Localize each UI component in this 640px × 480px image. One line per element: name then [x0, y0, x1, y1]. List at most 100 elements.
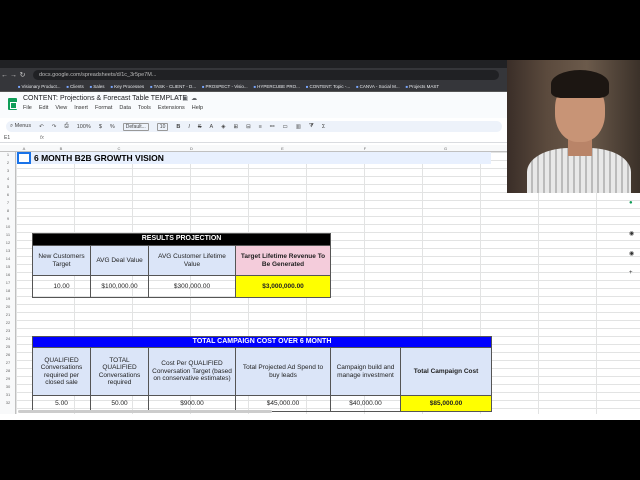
bookmark-item[interactable]: Visionary Product...: [18, 84, 61, 89]
move-icon[interactable]: ▣: [182, 96, 191, 102]
cloud-icon[interactable]: ☁: [191, 96, 200, 102]
column-header[interactable]: C: [90, 145, 148, 152]
row-header[interactable]: 32: [0, 400, 16, 405]
forward-icon[interactable]: →: [9, 72, 18, 79]
percent-icon[interactable]: %: [110, 124, 115, 130]
sheets-logo-icon[interactable]: [8, 98, 17, 110]
undo-icon[interactable]: ↶: [39, 124, 44, 130]
header-cost-per-qualified[interactable]: Cost Per QUALIFIED Conversation Target (…: [148, 347, 236, 396]
row-header[interactable]: 15: [0, 264, 16, 269]
font-select[interactable]: Default...: [122, 122, 149, 131]
text-color-icon[interactable]: A: [210, 124, 214, 130]
menu-data[interactable]: Data: [119, 105, 131, 111]
row-header[interactable]: 30: [0, 384, 16, 389]
row-header[interactable]: 1: [0, 152, 16, 157]
row-header[interactable]: 19: [0, 296, 16, 301]
chart-icon[interactable]: ▥: [296, 124, 301, 130]
column-header[interactable]: G: [400, 145, 491, 152]
row-header[interactable]: 7: [0, 200, 16, 205]
strikethrough-icon[interactable]: S: [198, 124, 202, 130]
active-cell[interactable]: [17, 152, 31, 164]
menu-tools[interactable]: Tools: [138, 105, 151, 111]
document-title[interactable]: CONTENT: Projections & Forecast Table TE…: [23, 95, 187, 102]
horizontal-scrollbar[interactable]: [18, 410, 272, 413]
bookmark-item[interactable]: HYPERCUBE PRO...: [254, 84, 300, 89]
header-ad-spend[interactable]: Total Projected Ad Spend to buy leads: [235, 347, 331, 396]
bookmark-item[interactable]: CONTENT: Topic -...: [306, 84, 350, 89]
menu-insert[interactable]: Insert: [74, 105, 88, 111]
value-new-customers[interactable]: 10.00: [32, 275, 91, 298]
row-header[interactable]: 14: [0, 256, 16, 261]
contacts-icon[interactable]: ◉: [629, 250, 634, 257]
row-header[interactable]: 11: [0, 232, 16, 237]
merge-icon[interactable]: ⊟: [246, 124, 251, 130]
add-icon[interactable]: +: [629, 270, 633, 276]
value-total-campaign-cost[interactable]: $85,000.00: [399, 395, 493, 412]
menu-file[interactable]: File: [23, 105, 32, 111]
back-icon[interactable]: ←: [0, 72, 9, 79]
row-header[interactable]: 24: [0, 336, 16, 341]
borders-icon[interactable]: ⊞: [233, 124, 238, 130]
header-total-qualified[interactable]: TOTAL QUALIFIED Conversations required: [90, 347, 149, 396]
value-avg-lifetime-value[interactable]: $300,000.00: [148, 275, 236, 298]
column-header[interactable]: E: [235, 145, 330, 152]
row-header[interactable]: 20: [0, 304, 16, 309]
header-target-lifetime-revenue[interactable]: Target Lifetime Revenue To Be Generated: [234, 245, 332, 276]
menu-help[interactable]: Help: [192, 105, 203, 111]
bookmark-item[interactable]: Key Processes: [111, 84, 144, 89]
row-header[interactable]: 31: [0, 392, 16, 397]
header-qualified-per-sale[interactable]: QUALIFIED Conversations required per clo…: [32, 347, 91, 396]
value-avg-deal-value[interactable]: $100,000.00: [90, 275, 149, 298]
url-field[interactable]: docs.google.com/spreadsheets/d/1c_3r5pe7…: [33, 70, 499, 80]
row-header[interactable]: 2: [0, 160, 16, 165]
comment-icon[interactable]: ▭: [283, 124, 288, 130]
bookmark-item[interactable]: PROSPECT - Visio...: [202, 84, 248, 89]
row-header[interactable]: 21: [0, 312, 16, 317]
zoom-select[interactable]: 100%: [77, 124, 91, 130]
row-header[interactable]: 28: [0, 368, 16, 373]
value-target-lifetime-revenue[interactable]: $3,000,000.00: [234, 275, 332, 298]
menu-format[interactable]: Format: [95, 105, 112, 111]
row-header[interactable]: 17: [0, 280, 16, 285]
row-header[interactable]: 3: [0, 168, 16, 173]
header-avg-deal-value[interactable]: AVG Deal Value: [90, 245, 149, 276]
menu-extensions[interactable]: Extensions: [158, 105, 185, 111]
currency-icon[interactable]: $: [99, 124, 102, 130]
row-header[interactable]: 12: [0, 240, 16, 245]
row-header[interactable]: 22: [0, 320, 16, 325]
row-header[interactable]: 9: [0, 216, 16, 221]
value-build-investment[interactable]: $40,000.00: [330, 395, 401, 412]
row-header[interactable]: 18: [0, 288, 16, 293]
search-menus-icon[interactable]: ⌕ Menus: [10, 123, 31, 130]
row-header[interactable]: 23: [0, 328, 16, 333]
row-header[interactable]: 5: [0, 184, 16, 189]
print-icon[interactable]: ⎙: [64, 123, 68, 130]
row-header[interactable]: 16: [0, 272, 16, 277]
row-header[interactable]: 10: [0, 224, 16, 229]
bookmark-item[interactable]: TASK - CLIENT - D...: [150, 84, 196, 89]
column-header[interactable]: B: [32, 145, 90, 152]
bookmark-item[interactable]: CANVA - Social M...: [356, 84, 400, 89]
column-header[interactable]: D: [148, 145, 235, 152]
row-header[interactable]: 25: [0, 344, 16, 349]
maps-icon[interactable]: ●: [629, 200, 633, 206]
font-size-field[interactable]: 10: [156, 122, 169, 131]
bookmark-item[interactable]: Clients: [66, 84, 84, 89]
row-header[interactable]: 26: [0, 352, 16, 357]
italic-icon[interactable]: I: [188, 124, 190, 130]
bookmark-item[interactable]: Sales: [90, 84, 104, 89]
column-header[interactable]: F: [330, 145, 400, 152]
header-total-campaign-cost[interactable]: Total Campaign Cost: [399, 347, 493, 396]
name-box[interactable]: E1: [4, 135, 10, 141]
row-header[interactable]: 13: [0, 248, 16, 253]
menu-view[interactable]: View: [55, 105, 67, 111]
functions-icon[interactable]: Σ: [322, 124, 325, 130]
bookmark-item[interactable]: Projects MAST: [406, 84, 439, 89]
row-header[interactable]: 8: [0, 208, 16, 213]
browser-tab-strip[interactable]: [0, 60, 507, 68]
row-header[interactable]: 29: [0, 376, 16, 381]
row-header[interactable]: 27: [0, 360, 16, 365]
row-header[interactable]: 6: [0, 192, 16, 197]
redo-icon[interactable]: ↷: [52, 124, 57, 130]
results-banner[interactable]: RESULTS PROJECTION: [31, 233, 332, 246]
